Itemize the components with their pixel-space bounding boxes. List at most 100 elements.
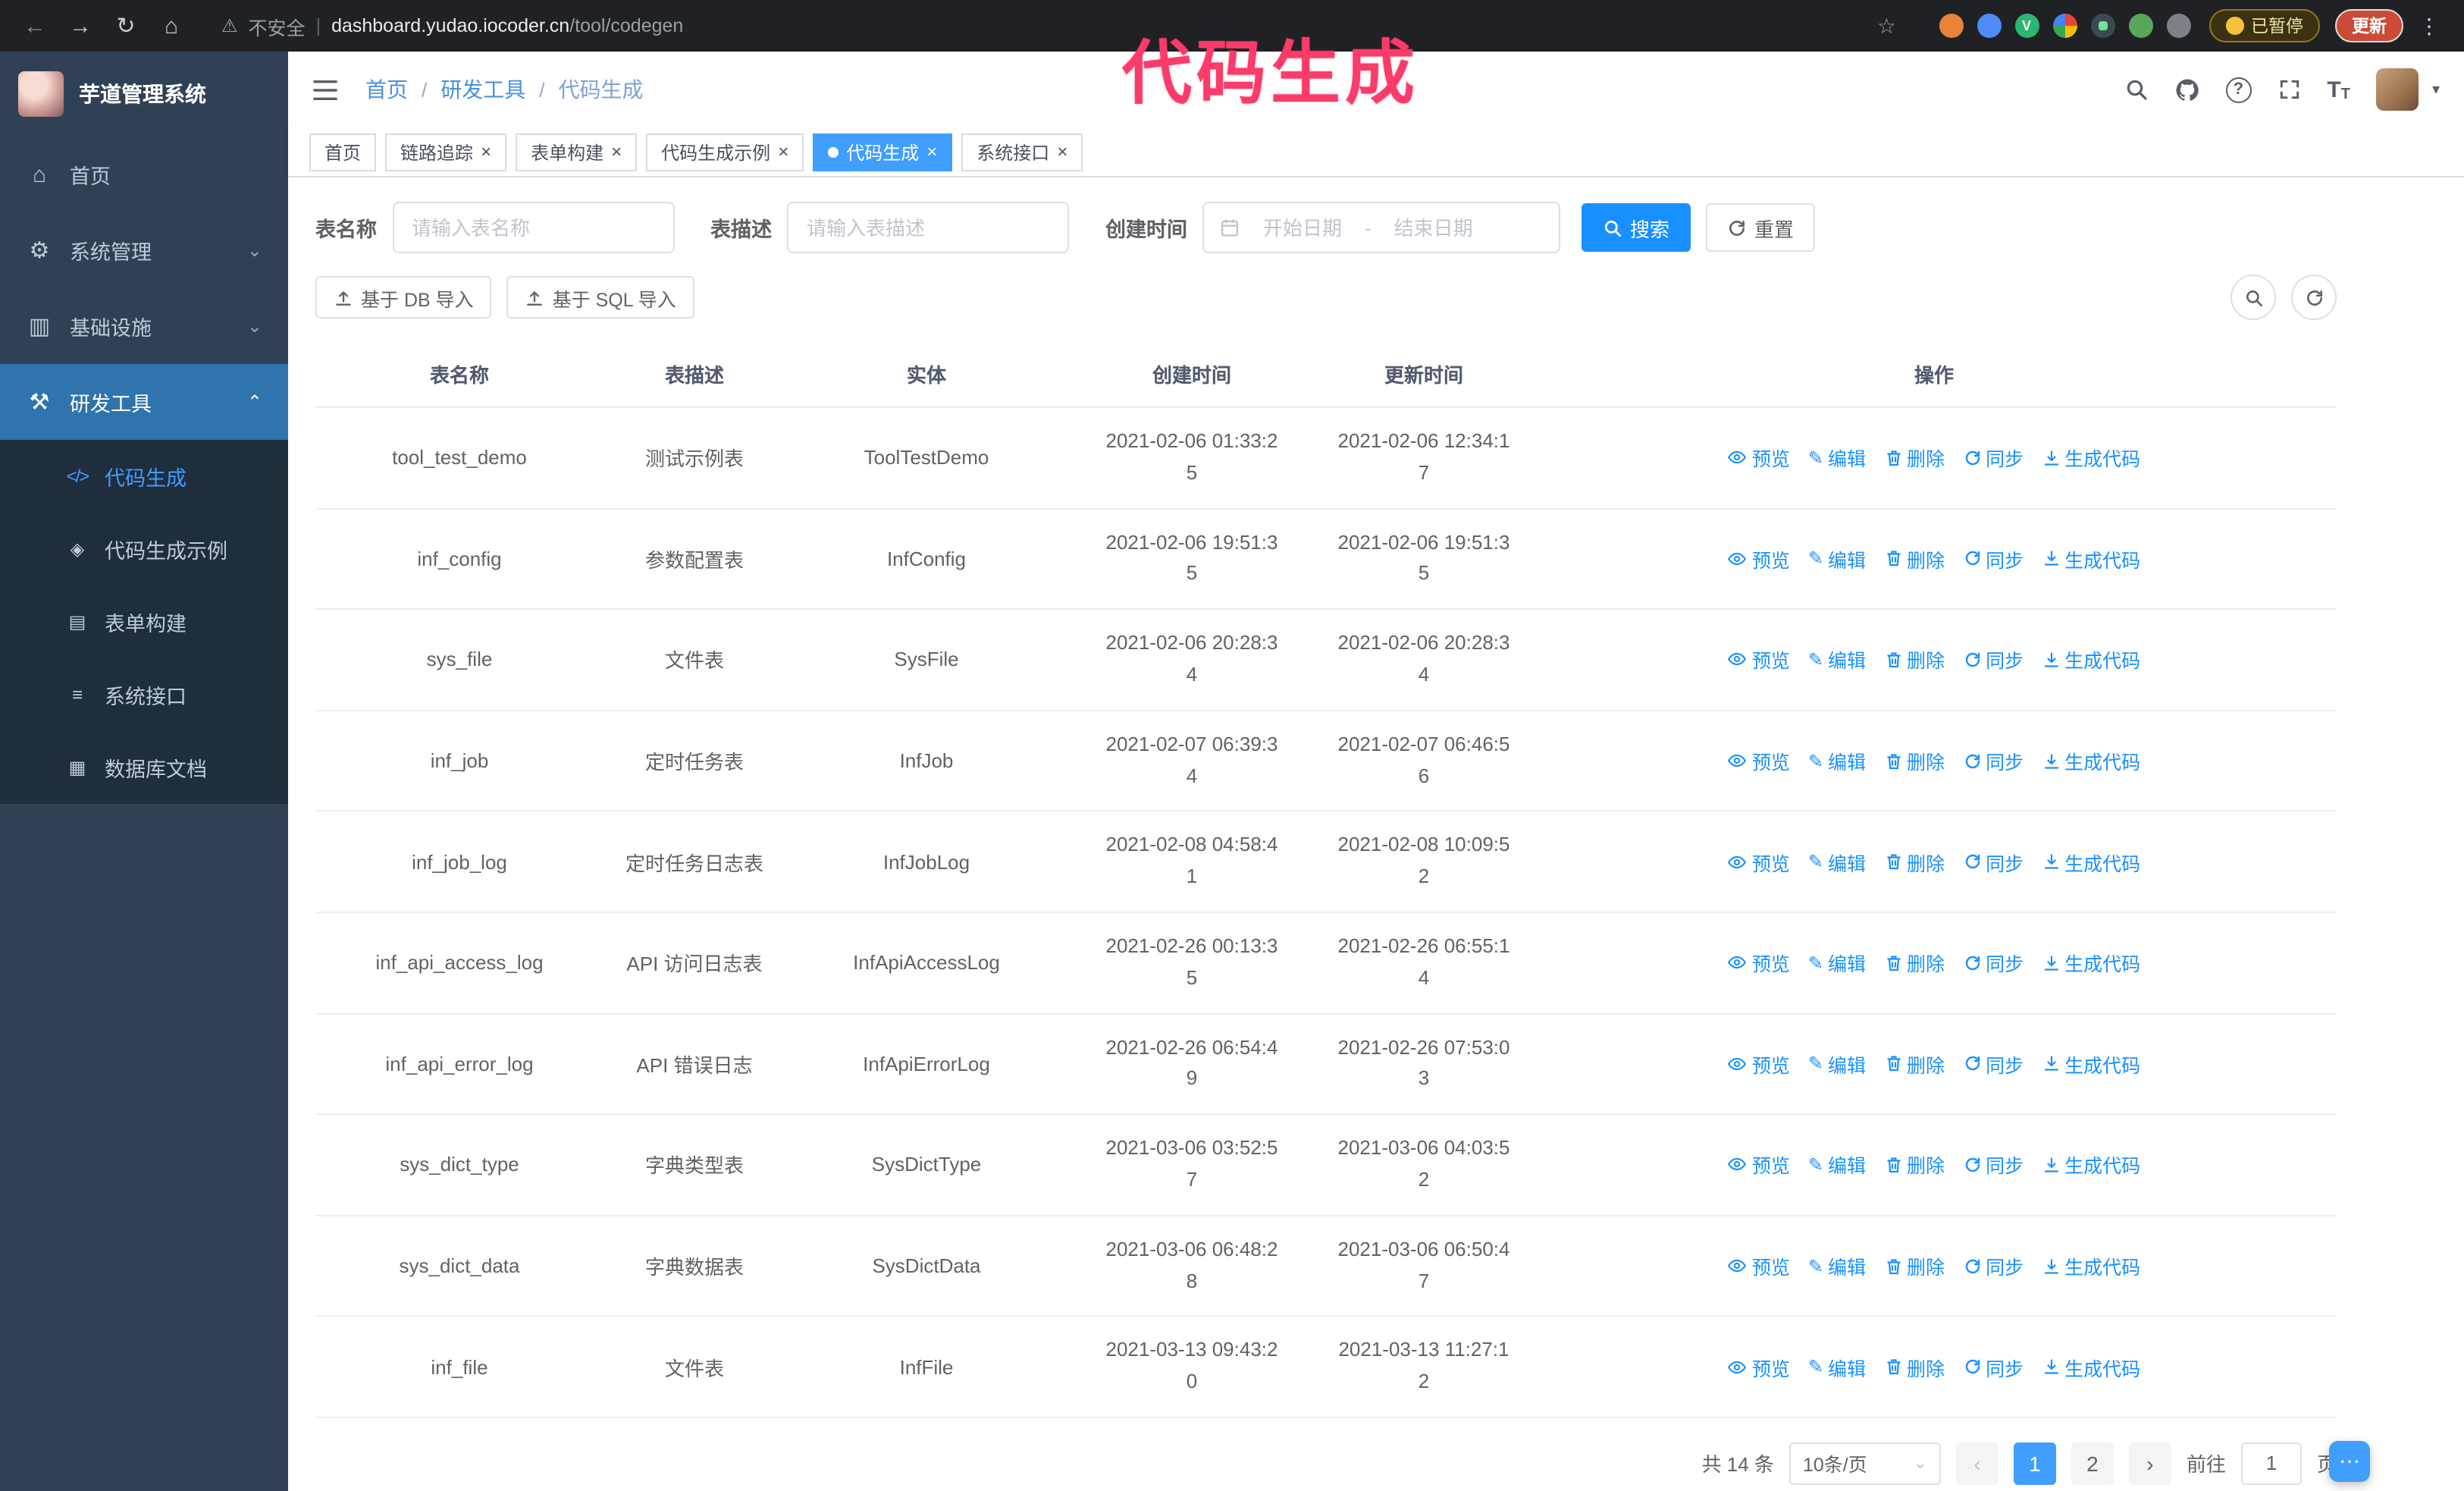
close-icon[interactable]: ×: [481, 143, 491, 161]
extension-icon[interactable]: V: [2014, 14, 2039, 38]
sidebar-item-devtools[interactable]: ⚒ 研发工具 ⌃: [0, 364, 288, 440]
delete-link[interactable]: 删除: [1884, 746, 1945, 775]
tab-form-builder[interactable]: 表单构建 ×: [516, 133, 638, 171]
breadcrumb-devtools[interactable]: 研发工具: [440, 74, 525, 105]
bookmark-star-icon[interactable]: ☆: [1877, 13, 1896, 39]
browser-home-icon[interactable]: ⌂: [152, 6, 191, 46]
tab-system-api[interactable]: 系统接口 ×: [961, 133, 1083, 171]
extension-icon[interactable]: [2052, 14, 2077, 38]
generate-code-link[interactable]: 生成代码: [2042, 746, 2140, 775]
breadcrumb-home[interactable]: 首页: [365, 74, 408, 105]
sidebar-item-db-doc[interactable]: ▦ 数据库文档: [0, 731, 288, 804]
edit-link[interactable]: ✎ 编辑: [1808, 1150, 1866, 1179]
edit-link[interactable]: ✎ 编辑: [1808, 1352, 1866, 1381]
tab-home[interactable]: 首页: [309, 133, 377, 171]
browser-forward-icon[interactable]: →: [61, 6, 100, 46]
preview-link[interactable]: 预览: [1728, 1352, 1790, 1381]
page-button-1[interactable]: 1: [2013, 1442, 2056, 1485]
delete-link[interactable]: 删除: [1884, 545, 1945, 573]
close-icon[interactable]: ×: [778, 143, 788, 161]
edit-link[interactable]: ✎ 编辑: [1808, 949, 1866, 978]
import-sql-button[interactable]: 基于 SQL 导入: [506, 276, 694, 319]
edit-link[interactable]: ✎ 编辑: [1808, 847, 1866, 876]
preview-link[interactable]: 预览: [1728, 1050, 1790, 1078]
delete-link[interactable]: 删除: [1884, 645, 1945, 674]
sidebar-item-home[interactable]: ⌂ 首页: [0, 137, 288, 212]
close-icon[interactable]: ×: [611, 143, 622, 161]
delete-link[interactable]: 删除: [1884, 949, 1945, 978]
sync-link[interactable]: 同步: [1963, 1251, 2024, 1280]
font-size-icon[interactable]: TT: [2327, 77, 2350, 102]
sync-link[interactable]: 同步: [1963, 545, 2024, 573]
sidebar-item-codegen-example[interactable]: ◈ 代码生成示例: [0, 513, 288, 585]
avatar-caret-icon[interactable]: ▾: [2432, 81, 2440, 98]
profile-paused-badge[interactable]: 已暂停: [2209, 9, 2320, 42]
sidebar-item-system[interactable]: ⚙ 系统管理 ⌄: [0, 212, 288, 288]
generate-code-link[interactable]: 生成代码: [2042, 847, 2140, 876]
goto-page-input[interactable]: [2240, 1442, 2302, 1485]
extension-icon[interactable]: [1939, 14, 1963, 38]
puzzle-extensions-icon[interactable]: [2166, 14, 2190, 38]
user-avatar[interactable]: [2375, 68, 2419, 111]
import-db-button[interactable]: 基于 DB 导入: [315, 276, 492, 319]
delete-link[interactable]: 删除: [1884, 847, 1945, 876]
generate-code-link[interactable]: 生成代码: [2042, 1050, 2140, 1078]
preview-link[interactable]: 预览: [1728, 1150, 1790, 1179]
sidebar-item-codegen[interactable]: </> 代码生成: [0, 440, 288, 513]
generate-code-link[interactable]: 生成代码: [2042, 1150, 2140, 1179]
generate-code-link[interactable]: 生成代码: [2042, 444, 2140, 472]
browser-menu-kebab-icon[interactable]: ⋮: [2409, 6, 2449, 46]
help-icon[interactable]: ?: [2225, 77, 2252, 102]
table-desc-input[interactable]: [787, 202, 1069, 253]
reset-button[interactable]: 重置: [1706, 203, 1816, 252]
sync-link[interactable]: 同步: [1963, 1050, 2024, 1078]
preview-link[interactable]: 预览: [1728, 949, 1790, 978]
preview-link[interactable]: 预览: [1728, 444, 1790, 472]
delete-link[interactable]: 删除: [1884, 444, 1945, 472]
delete-link[interactable]: 删除: [1884, 1050, 1945, 1078]
extension-icon[interactable]: [1977, 14, 2001, 38]
address-bar[interactable]: ⚠ 不安全 | dashboard.yudao.iocoder.cn/tool/…: [206, 6, 1911, 46]
edit-link[interactable]: ✎ 编辑: [1808, 645, 1866, 674]
browser-update-button[interactable]: 更新: [2335, 9, 2403, 42]
page-button-2[interactable]: 2: [2071, 1442, 2114, 1485]
sync-link[interactable]: 同步: [1963, 847, 2024, 876]
page-size-select[interactable]: 10条/页 ⌄: [1788, 1442, 1941, 1485]
edit-link[interactable]: ✎ 编辑: [1808, 444, 1866, 472]
preview-link[interactable]: 预览: [1728, 645, 1790, 674]
edit-link[interactable]: ✎ 编辑: [1808, 1050, 1866, 1078]
sidebar-item-system-api[interactable]: ≡ 系统接口: [0, 658, 288, 731]
edit-link[interactable]: ✎ 编辑: [1808, 746, 1866, 775]
sync-link[interactable]: 同步: [1963, 746, 2024, 775]
generate-code-link[interactable]: 生成代码: [2042, 1352, 2140, 1381]
sidebar-toggle-icon[interactable]: [312, 78, 338, 101]
preview-link[interactable]: 预览: [1728, 746, 1790, 775]
delete-link[interactable]: 删除: [1884, 1352, 1945, 1381]
browser-back-icon[interactable]: ←: [15, 6, 55, 46]
extension-icon[interactable]: [2090, 14, 2114, 38]
tab-codegen[interactable]: 代码生成 ×: [813, 133, 953, 171]
start-date-input[interactable]: [1246, 216, 1359, 239]
browser-reload-icon[interactable]: ↻: [106, 6, 146, 46]
generate-code-link[interactable]: 生成代码: [2042, 545, 2140, 573]
close-icon[interactable]: ×: [1057, 143, 1067, 161]
search-button[interactable]: 搜索: [1582, 203, 1691, 252]
date-range-picker[interactable]: -: [1202, 202, 1560, 253]
sync-link[interactable]: 同步: [1963, 1150, 2024, 1179]
next-page-button[interactable]: ›: [2128, 1442, 2171, 1485]
sidebar-item-infra[interactable]: ▥ 基础设施 ⌄: [0, 288, 288, 364]
fullscreen-icon[interactable]: [2277, 77, 2301, 102]
search-icon[interactable]: [2124, 77, 2148, 102]
sync-link[interactable]: 同步: [1963, 1352, 2024, 1381]
sidebar-item-form-builder[interactable]: ▤ 表单构建: [0, 585, 288, 658]
preview-link[interactable]: 预览: [1728, 545, 1790, 573]
refresh-button[interactable]: [2291, 275, 2337, 320]
sync-link[interactable]: 同步: [1963, 444, 2024, 472]
end-date-input[interactable]: [1377, 216, 1490, 239]
extension-icon[interactable]: [2128, 14, 2152, 38]
edit-link[interactable]: ✎ 编辑: [1808, 1251, 1866, 1280]
sync-link[interactable]: 同步: [1963, 949, 2024, 978]
generate-code-link[interactable]: 生成代码: [2042, 645, 2140, 674]
generate-code-link[interactable]: 生成代码: [2042, 1251, 2140, 1280]
generate-code-link[interactable]: 生成代码: [2042, 949, 2140, 978]
